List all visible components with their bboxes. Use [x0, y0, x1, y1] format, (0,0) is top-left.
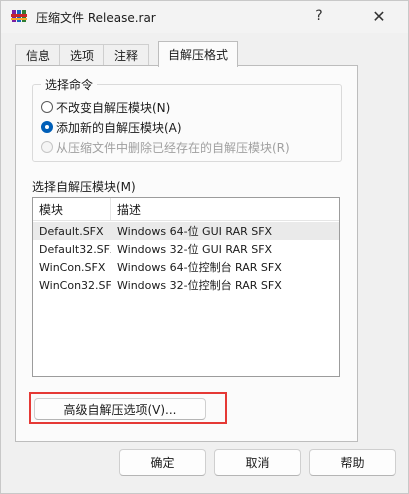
help-icon[interactable]: ? [307, 5, 331, 27]
advanced-sfx-options-button[interactable]: 高级自解压选项(V)... [34, 398, 206, 420]
cancel-button[interactable]: 取消 [214, 449, 301, 476]
list-item[interactable]: Default.SFX Windows 64-位 GUI RAR SFX [33, 222, 339, 240]
module-listview[interactable]: 模块 描述 Default.SFX Windows 64-位 GUI RAR S… [32, 197, 340, 377]
radio-label: 添加新的自解压模块(A) [56, 120, 182, 135]
tab-options[interactable]: 选项 [59, 44, 105, 66]
groupbox-title: 选择命令 [41, 76, 98, 93]
list-item[interactable]: Default32.SFX Windows 32-位 GUI RAR SFX [33, 240, 339, 258]
module-description: Windows 32-位 GUI RAR SFX [117, 243, 273, 256]
sfx-tab-panel: 选择命令 不改变自解压模块(N) 添加新的自解压模块(A) 从压缩文件中删除已经… [15, 65, 358, 442]
list-header: 模块 描述 [33, 198, 339, 221]
list-item[interactable]: WinCon.SFX Windows 64-位控制台 RAR SFX [33, 258, 339, 276]
radio-add-module[interactable]: 添加新的自解压模块(A) [41, 118, 182, 136]
module-description: Windows 32-位控制台 RAR SFX [117, 279, 282, 292]
module-description: Windows 64-位 GUI RAR SFX [117, 225, 273, 238]
module-name: Default32.SFX [39, 242, 111, 256]
ok-button[interactable]: 确定 [119, 449, 206, 476]
tab-comment[interactable]: 注释 [103, 44, 149, 66]
column-header-module[interactable]: 模块 [33, 198, 111, 220]
module-list-label: 选择自解压模块(M) [32, 180, 136, 194]
module-name: Default.SFX [39, 224, 104, 238]
tab-sfx[interactable]: 自解压格式 [158, 41, 238, 67]
radio-indicator[interactable] [41, 101, 53, 113]
list-item[interactable]: WinCon32.SFX Windows 32-位控制台 RAR SFX [33, 276, 339, 294]
winrar-app-icon [11, 8, 27, 24]
title-bar: 压缩文件 Release.rar ? ✕ [1, 1, 408, 33]
archive-dialog: 压缩文件 Release.rar ? ✕ 信息 选项 注释 自解压格式 选择命令… [0, 0, 409, 494]
module-description: Windows 64-位控制台 RAR SFX [117, 261, 282, 274]
tab-info[interactable]: 信息 [15, 44, 61, 66]
radio-indicator-disabled [41, 141, 53, 153]
radio-label: 不改变自解压模块(N) [56, 100, 171, 115]
help-button[interactable]: 帮助 [309, 449, 396, 476]
radio-keep-module[interactable]: 不改变自解压模块(N) [41, 98, 170, 116]
close-icon[interactable]: ✕ [367, 5, 391, 27]
module-name: WinCon32.SFX [39, 278, 111, 292]
command-groupbox: 选择命令 不改变自解压模块(N) 添加新的自解压模块(A) 从压缩文件中删除已经… [32, 76, 342, 162]
window-title: 压缩文件 Release.rar [36, 11, 156, 25]
module-name: WinCon.SFX [39, 260, 106, 274]
radio-label: 从压缩文件中删除已经存在的自解压模块(R) [56, 140, 290, 155]
column-header-description[interactable]: 描述 [111, 198, 339, 220]
radio-delete-module: 从压缩文件中删除已经存在的自解压模块(R) [41, 138, 290, 156]
radio-indicator-checked[interactable] [41, 121, 53, 133]
